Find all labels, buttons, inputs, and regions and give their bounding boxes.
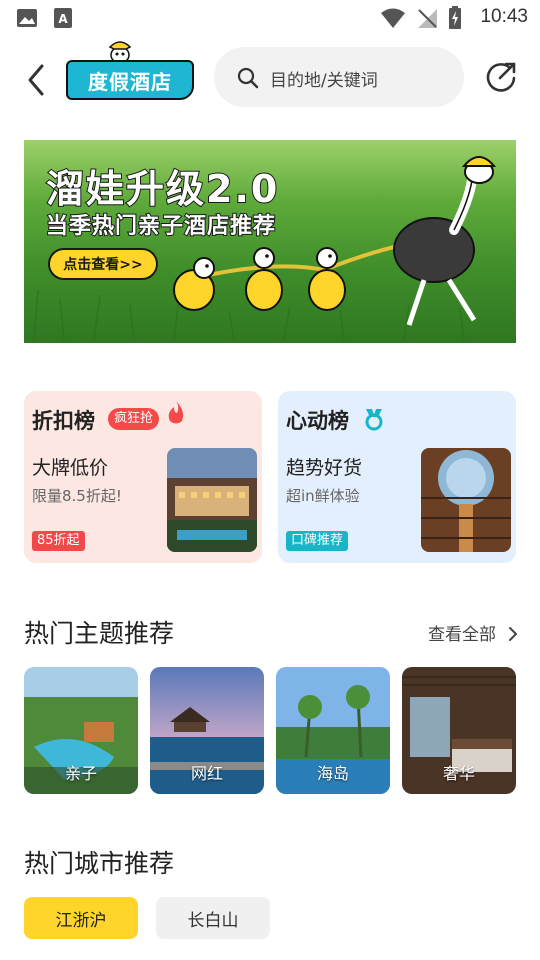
banner-title: 溜娃升级2.0 [45, 166, 280, 212]
reputation-badge: 口碑推荐 [286, 531, 349, 551]
brand-logo: 度假酒店 [66, 40, 194, 100]
chick-illustration [173, 257, 215, 311]
themes-heading: 热门主题推荐 [24, 619, 175, 648]
share-button[interactable] [482, 58, 520, 96]
rank-card-title: 心动榜 [286, 409, 349, 433]
trending-rank-card[interactable]: 心动榜 趋势好货 超in鲜体验 口碑推荐 [278, 391, 516, 563]
rank-card-title: 折扣榜 [32, 409, 95, 433]
theme-tile-family[interactable]: 亲子 [24, 667, 138, 794]
theme-tile-trendy[interactable]: 网红 [150, 667, 264, 794]
hot-tag: 疯狂抢 [108, 408, 160, 430]
status-bar: A 10:43 [0, 0, 540, 36]
back-button[interactable] [22, 62, 52, 98]
rank-card-desc: 限量8.5折起! [32, 487, 122, 505]
theme-label: 网红 [190, 764, 223, 783]
font-download-icon: A [54, 8, 72, 28]
city-chip-changbaishan[interactable]: 长白山 [156, 897, 270, 939]
promo-banner[interactable]: 溜娃升级2.0 当季热门亲子酒店推荐 点击查看>> [24, 140, 516, 343]
discount-rank-card[interactable]: 折扣榜 疯狂抢 大牌低价 限量8.5折起! 85折起 [24, 391, 262, 563]
svg-text:A: A [58, 12, 68, 26]
flame-icon [168, 401, 184, 424]
search-icon [237, 67, 259, 89]
view-all-label: 查看全部 [428, 625, 496, 645]
theme-label: 奢华 [442, 764, 475, 783]
banner-cta-button[interactable]: 点击查看>> [48, 248, 158, 280]
wifi-icon [381, 8, 405, 28]
medal-icon [365, 409, 383, 431]
share-icon [486, 62, 516, 92]
gallery-icon [17, 9, 37, 27]
chevron-right-icon [509, 627, 518, 641]
city-chip-jiangzhehu[interactable]: 江浙沪 [24, 897, 138, 939]
theme-label: 海岛 [316, 764, 349, 783]
rank-card-desc: 超in鲜体验 [286, 487, 360, 505]
rank-card-headline: 大牌低价 [32, 457, 109, 479]
hotel-photo [167, 448, 257, 552]
rank-card-headline: 趋势好货 [286, 457, 363, 479]
theme-tile-luxury[interactable]: 奢华 [402, 667, 516, 794]
chevron-left-icon [28, 64, 44, 96]
view-all-link[interactable]: 查看全部 [428, 620, 519, 645]
ostrich-illustration [393, 156, 497, 326]
cities-heading: 热门城市推荐 [24, 849, 175, 878]
theme-tile-island[interactable]: 海岛 [276, 667, 390, 794]
discount-badge: 85折起 [32, 531, 85, 551]
banner-subtitle: 当季热门亲子酒店推荐 [45, 213, 277, 240]
hotel-photo [421, 448, 511, 552]
status-time: 10:43 [480, 6, 528, 27]
battery-charging-icon [449, 6, 461, 29]
search-placeholder: 目的地/关键词 [270, 71, 378, 91]
search-box[interactable]: 目的地/关键词 [214, 47, 464, 107]
brand-label: 度假酒店 [66, 60, 194, 100]
no-signal-icon [418, 9, 437, 28]
theme-label: 亲子 [64, 764, 97, 783]
